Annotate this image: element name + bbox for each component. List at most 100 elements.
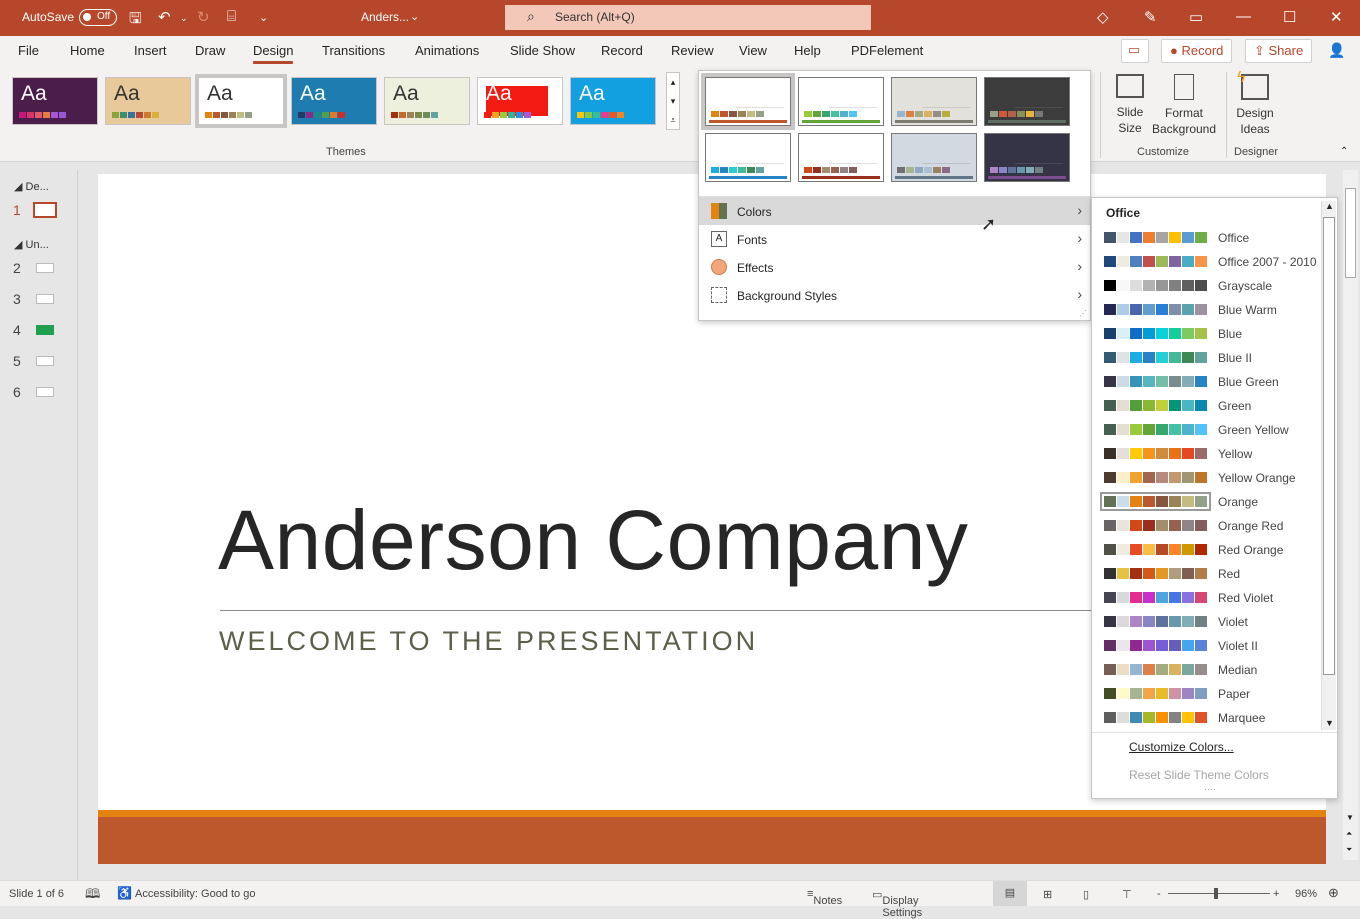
- color-palette-orange-red[interactable]: Orange Red: [1102, 515, 1320, 537]
- pen-icon[interactable]: ✎: [1144, 8, 1157, 26]
- theme-thumbnail[interactable]: Aa: [477, 77, 563, 125]
- undo-dropdown-icon[interactable]: ⌄: [180, 13, 188, 24]
- menu-item-background-styles[interactable]: Background Styles ›: [699, 281, 1090, 309]
- theme-thumbnail[interactable]: Aa: [12, 77, 98, 125]
- theme-thumbnail[interactable]: Aa: [291, 77, 377, 125]
- reading-view-icon[interactable]: ▯: [1083, 888, 1089, 901]
- vertical-scrollbar[interactable]: ▼ ⏶ ⏷: [1343, 170, 1358, 860]
- color-palette-marquee[interactable]: Marquee: [1102, 707, 1320, 729]
- present-icon[interactable]: ⌸: [227, 8, 236, 25]
- color-palette-paper[interactable]: Paper: [1102, 683, 1320, 705]
- ribbon-display-icon[interactable]: ▭: [1189, 8, 1203, 26]
- slide-size-button[interactable]: Slide Size: [1110, 74, 1150, 136]
- color-palette-violet-ii[interactable]: Violet II: [1102, 635, 1320, 657]
- color-palette-red-orange[interactable]: Red Orange: [1102, 539, 1320, 561]
- color-palette-blue[interactable]: Blue: [1102, 323, 1320, 345]
- menu-item-colors[interactable]: Colors ›: [699, 197, 1090, 225]
- slideshow-view-icon[interactable]: ⊤: [1122, 888, 1132, 901]
- zoom-level[interactable]: 96%: [1295, 888, 1317, 900]
- format-background-button[interactable]: Format Background: [1150, 74, 1218, 137]
- reset-theme-colors-button[interactable]: Reset Slide Theme Colors: [1129, 768, 1269, 782]
- scrollbar-thumb[interactable]: [1323, 217, 1335, 675]
- tab-home[interactable]: Home: [70, 43, 105, 58]
- color-palette-blue-ii[interactable]: Blue II: [1102, 347, 1320, 369]
- zoom-slider-thumb[interactable]: [1214, 888, 1218, 899]
- tab-pdfelement[interactable]: PDFelement: [851, 43, 923, 58]
- slide-subtitle[interactable]: WELCOME TO THE PRESENTATION: [219, 626, 758, 657]
- scroll-up-icon[interactable]: ▲: [1325, 201, 1334, 211]
- scroll-arrows[interactable]: ▼ ⏶ ⏷: [1346, 810, 1354, 858]
- slide-thumbnail-4[interactable]: [36, 325, 54, 335]
- tab-draw[interactable]: Draw: [195, 43, 225, 58]
- minimize-icon[interactable]: —: [1236, 8, 1251, 25]
- comments-button[interactable]: ▭: [1121, 39, 1149, 63]
- document-title[interactable]: Anders...: [361, 10, 409, 24]
- normal-view-icon[interactable]: ▤: [993, 881, 1027, 906]
- tab-record[interactable]: Record: [601, 43, 643, 58]
- theme-thumbnail[interactable]: Aa: [105, 77, 191, 125]
- color-palette-green-yellow[interactable]: Green Yellow: [1102, 419, 1320, 441]
- share-button[interactable]: ⇪ Share: [1245, 39, 1313, 63]
- accessibility-icon[interactable]: ♿: [117, 886, 132, 900]
- tab-review[interactable]: Review: [671, 43, 714, 58]
- color-palette-office-2007-2010[interactable]: Office 2007 - 2010: [1102, 251, 1320, 273]
- accessibility-status[interactable]: Accessibility: Good to go: [135, 888, 255, 900]
- display-settings-button[interactable]: ▭ Display Settings: [872, 888, 922, 919]
- autosave-toggle[interactable]: Off: [79, 9, 117, 26]
- variant-thumbnail[interactable]: [891, 133, 977, 182]
- tab-transitions[interactable]: Transitions: [322, 43, 385, 58]
- menu-item-fonts[interactable]: A Fonts ›: [699, 225, 1090, 253]
- tab-help[interactable]: Help: [794, 43, 821, 58]
- slide-thumbnail-2[interactable]: [36, 263, 54, 273]
- tab-animations[interactable]: Animations: [415, 43, 479, 58]
- color-palette-orange[interactable]: Orange: [1100, 491, 1320, 513]
- color-palette-median[interactable]: Median: [1102, 659, 1320, 681]
- zoom-in-button[interactable]: +: [1273, 888, 1279, 900]
- redo-icon[interactable]: ↻: [197, 8, 210, 26]
- spell-check-icon[interactable]: 🕮: [85, 885, 100, 907]
- variant-thumbnail[interactable]: [984, 133, 1070, 182]
- variant-thumbnail[interactable]: [701, 73, 795, 130]
- resize-grip-icon[interactable]: ⋰: [1079, 309, 1087, 318]
- slide-title[interactable]: Anderson Company: [218, 492, 968, 589]
- search-input[interactable]: ⌕ Search (Alt+Q): [505, 5, 871, 30]
- tab-view[interactable]: View: [739, 43, 767, 58]
- variant-thumbnail[interactable]: [798, 77, 884, 126]
- variant-thumbnail[interactable]: [984, 77, 1070, 126]
- title-chevron-down-icon[interactable]: ⌄: [410, 10, 419, 23]
- undo-icon[interactable]: ↶: [158, 8, 171, 26]
- section-untitled[interactable]: ◢ Un...: [14, 238, 49, 251]
- color-palette-yellow[interactable]: Yellow: [1102, 443, 1320, 465]
- slide-thumbnail-3[interactable]: [36, 294, 54, 304]
- resize-grip-icon[interactable]: ····: [1204, 784, 1216, 794]
- variant-thumbnail[interactable]: [798, 133, 884, 182]
- fit-to-window-icon[interactable]: ⊕: [1328, 885, 1339, 901]
- zoom-slider[interactable]: [1168, 888, 1270, 899]
- menu-item-effects[interactable]: Effects ›: [699, 253, 1090, 281]
- diamond-icon[interactable]: ◇: [1097, 8, 1109, 26]
- color-palette-violet[interactable]: Violet: [1102, 611, 1320, 633]
- color-palette-blue-warm[interactable]: Blue Warm: [1102, 299, 1320, 321]
- color-palette-blue-green[interactable]: Blue Green: [1102, 371, 1320, 393]
- record-button[interactable]: ● Record: [1161, 39, 1233, 63]
- tab-file[interactable]: File: [18, 43, 39, 58]
- slide-thumbnail-6[interactable]: [36, 387, 54, 397]
- slide-thumbnail-1[interactable]: [33, 202, 57, 218]
- color-palette-office[interactable]: Office: [1102, 227, 1320, 249]
- tab-insert[interactable]: Insert: [134, 43, 167, 58]
- save-icon[interactable]: 🖫: [129, 8, 142, 33]
- variant-thumbnail[interactable]: [891, 77, 977, 126]
- scrollbar-thumb[interactable]: [1345, 188, 1356, 278]
- slide-sorter-icon[interactable]: ⊞: [1043, 888, 1052, 901]
- section-default[interactable]: ◢ De...: [14, 180, 49, 193]
- close-icon[interactable]: ✕: [1330, 8, 1343, 26]
- customize-toolbar-icon[interactable]: ⌄: [259, 11, 268, 24]
- scroll-down-icon[interactable]: ▼: [1325, 718, 1334, 728]
- palette-scrollbar[interactable]: ▲ ▼: [1321, 201, 1336, 730]
- theme-thumbnail[interactable]: Aa: [384, 77, 470, 125]
- zoom-out-button[interactable]: -: [1157, 888, 1161, 900]
- coauthor-icon[interactable]: 👤: [1328, 42, 1345, 59]
- color-palette-yellow-orange[interactable]: Yellow Orange: [1102, 467, 1320, 489]
- color-palette-red-violet[interactable]: Red Violet: [1102, 587, 1320, 609]
- slide-thumbnail-5[interactable]: [36, 356, 54, 366]
